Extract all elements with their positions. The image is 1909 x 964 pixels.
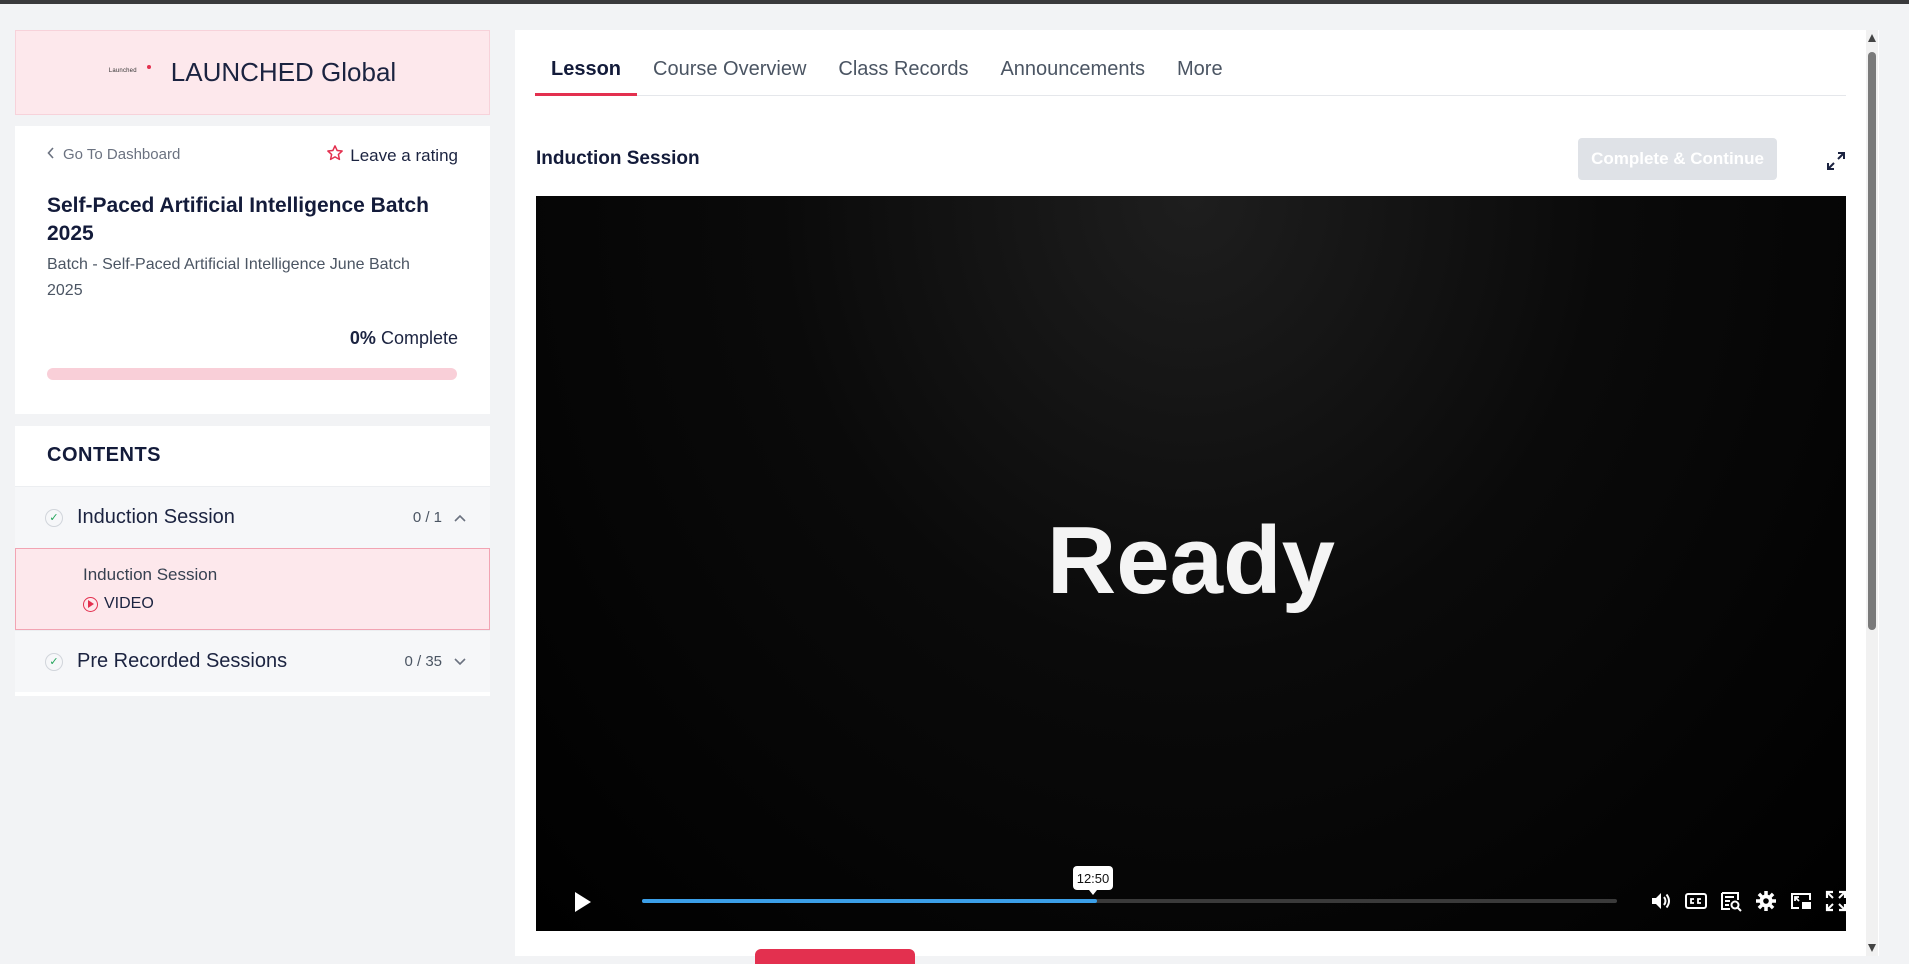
lesson-item-induction-session[interactable]: Induction Session VIDEO	[15, 548, 490, 630]
contents-panel: CONTENTS ✓ Induction Session 0 / 1 Induc…	[15, 426, 490, 696]
section-title: Pre Recorded Sessions	[77, 650, 288, 672]
volume-icon[interactable]	[1649, 889, 1673, 913]
tab-more[interactable]: More	[1161, 30, 1239, 96]
play-icon[interactable]	[570, 890, 594, 914]
seek-bar-played	[642, 899, 1098, 903]
seek-time-tooltip: 12:50	[1073, 866, 1113, 895]
chevron-up-icon	[454, 511, 466, 525]
closed-captions-icon[interactable]	[1684, 889, 1708, 913]
tab-class-records[interactable]: Class Records	[822, 30, 984, 96]
settings-gear-icon[interactable]	[1754, 889, 1778, 913]
play-circle-icon	[83, 596, 98, 612]
tab-lesson[interactable]: Lesson	[535, 30, 638, 96]
section-count: 0 / 1	[412, 509, 442, 526]
bottom-action-button[interactable]	[755, 949, 915, 964]
lesson-item-type: VIDEO	[83, 595, 489, 613]
lesson-title: Induction Session	[536, 148, 700, 169]
scrollbar-thumb[interactable]	[1868, 52, 1876, 630]
scroll-up-arrow-icon[interactable]	[1868, 34, 1876, 42]
progress-percent: 0%	[349, 328, 376, 348]
leave-rating-button[interactable]: Leave a rating	[326, 144, 458, 167]
video-screen-text: Ready	[1046, 507, 1336, 614]
seek-bar[interactable]	[642, 899, 1617, 903]
check-icon: ✓	[45, 508, 63, 527]
go-to-dashboard-link[interactable]: Go To Dashboard	[47, 146, 180, 163]
brand-logo-text: Launched	[108, 67, 137, 74]
chevron-left-icon	[47, 146, 55, 163]
course-info-card: Go To Dashboard Leave a rating Self-Pace…	[15, 126, 490, 414]
section-pre-recorded-sessions[interactable]: ✓ Pre Recorded Sessions 0 / 35	[15, 630, 490, 692]
progress-suffix: Complete	[380, 328, 458, 348]
star-icon	[326, 144, 344, 167]
check-icon: ✓	[45, 652, 63, 671]
tab-course-overview[interactable]: Course Overview	[637, 30, 822, 96]
chevron-down-icon	[454, 655, 466, 669]
course-progress-bar	[47, 368, 457, 380]
scroll-down-arrow-icon[interactable]	[1868, 944, 1876, 952]
picture-in-picture-icon[interactable]	[1789, 889, 1813, 913]
complete-and-continue-button[interactable]: Complete & Continue	[1578, 138, 1777, 180]
fullscreen-icon[interactable]	[1824, 889, 1846, 913]
expand-icon[interactable]	[1825, 150, 1847, 172]
leave-rating-label: Leave a rating	[350, 145, 458, 165]
progress-text: 0% Complete	[350, 328, 458, 349]
section-count: 0 / 35	[404, 653, 442, 670]
transcript-search-icon[interactable]	[1719, 889, 1743, 913]
section-induction-session[interactable]: ✓ Induction Session 0 / 1	[15, 486, 490, 548]
page-scrollbar[interactable]	[1866, 30, 1878, 956]
video-player[interactable]: Ready 12:50	[536, 196, 1846, 931]
go-to-dashboard-label: Go To Dashboard	[63, 146, 181, 163]
tab-bar: Lesson Course Overview Class Records Ann…	[535, 30, 1846, 96]
window-top-bar	[0, 0, 1909, 4]
tab-announcements[interactable]: Announcements	[984, 30, 1161, 96]
course-title: Self-Paced Artificial Intelligence Batch…	[47, 194, 429, 245]
lesson-type-label: VIDEO	[104, 595, 154, 612]
section-title: Induction Session	[77, 506, 235, 528]
brand-name: LAUNCHED Global	[170, 57, 397, 87]
lesson-item-title: Induction Session	[83, 565, 218, 584]
brand-logo: Launched	[108, 64, 151, 81]
course-subtitle: Batch - Self-Paced Artificial Intelligen…	[47, 256, 410, 299]
contents-heading: CONTENTS	[47, 444, 161, 466]
main-panel: Lesson Course Overview Class Records Ann…	[515, 30, 1879, 956]
brand-header[interactable]: Launched LAUNCHED Global	[15, 30, 490, 115]
